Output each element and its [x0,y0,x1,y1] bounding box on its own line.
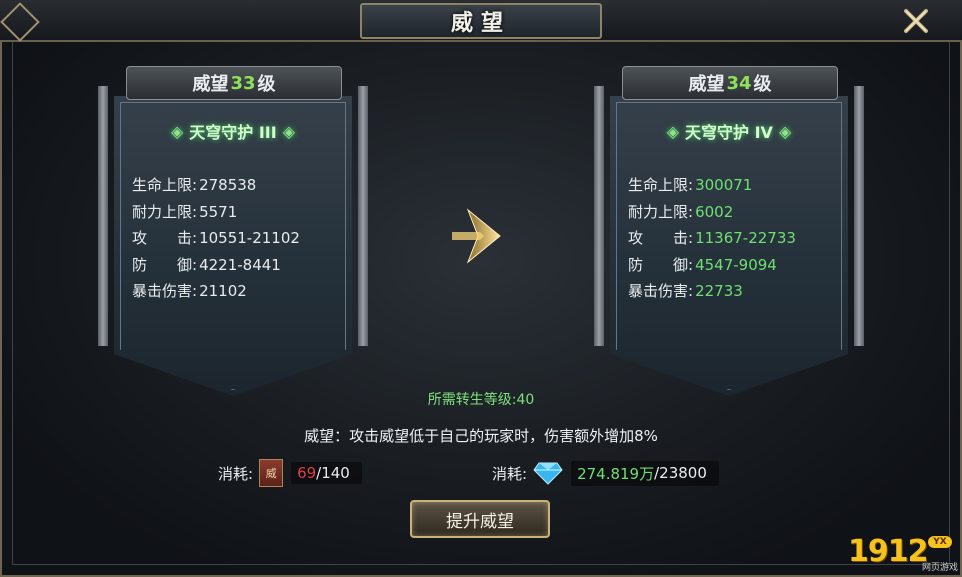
cost-amount: 69 /140 [291,462,362,484]
cost-current: 274.819万 [577,464,655,483]
skill-label: 天穹守护 III [189,123,277,142]
close-icon [904,9,928,33]
stat-label: 防 御: [628,255,694,274]
header-level: 34 [726,72,752,94]
banner-pole-right [358,86,368,346]
stat-value: 4221-8441 [199,255,281,274]
header-suffix: 级 [257,74,276,95]
cost-required: /140 [316,464,350,482]
prestige-token-icon[interactable]: 威 [259,459,284,487]
stat-value: 300071 [695,176,753,194]
stat-row: 防 御: 4547-9094 [628,252,796,279]
stat-label: 生命上限: [628,176,694,194]
upgrade-prestige-button[interactable]: 提升威望 [410,500,550,538]
stat-label: 耐力上限: [628,202,694,221]
stat-list: 生命上限: 300071 耐力上限: 6002 攻 击: 11367-22733 防 … [628,172,796,305]
required-rebirth-level: 所需转生等级:40 [427,392,535,408]
stat-value: 21102 [199,282,247,300]
stat-value: 6002 [695,202,734,221]
stat-value: 4547-9094 [695,255,777,274]
banner-pole-left [98,86,108,346]
banner-pole-right [854,86,864,346]
skill-name: ◈ 天穹守护 III ◈ [126,114,340,148]
cost-current: 69 [297,464,317,482]
cost-label: 消耗: [492,464,528,483]
logo-subtitle: 网页游戏 [922,563,959,573]
banner-pole-left [594,86,604,346]
stat-row: 暴击伤害: 22733 [628,278,796,305]
ornament-icon: ◈ [778,121,792,141]
prestige-description: 威望：攻击威望低于自己的玩家时，伤害额外增加8% [304,427,658,445]
window-title: 威望 [450,11,511,36]
stat-row: 攻 击: 11367-22733 [628,225,796,252]
stat-row: 耐力上限: 5571 [132,199,300,226]
stat-row: 防 御: 4221-8441 [132,252,300,279]
stat-label: 攻 击: [628,229,694,247]
stat-label: 暴击伤害: [628,282,694,300]
header-suffix: 级 [753,74,772,95]
banner-header: 威望 34 级 [622,66,838,100]
title-plate: 威望 [360,3,602,39]
logo-badge: YX [928,536,952,548]
gem-cost: 消耗: 274.819万 /23800 [492,460,719,486]
logo-number: 1912 [848,534,928,569]
banner-header: 威望 33 级 [126,66,342,100]
stat-label: 耐力上限: [132,202,198,221]
current-level-banner: 威望 33 级 ◈ 天穹守护 III ◈ 生命上限: 278538 耐力上限: 55… [96,66,370,406]
stat-value: 5571 [199,202,238,221]
ornament-icon: ◈ [170,121,184,141]
stat-value: 278538 [199,176,257,194]
skill-name: ◈ 天穹守护 IV ◈ [622,114,836,148]
cost-label: 消耗: [218,464,254,483]
stat-row: 暴击伤害: 21102 [132,278,300,305]
ornament-icon: ◈ [282,121,296,141]
stat-label: 防 御: [132,255,198,274]
next-level-banner: 威望 34 级 ◈ 天穹守护 IV ◈ 生命上限: 300071 耐力上限: 600… [592,66,866,406]
site-logo: 1912 YX 网页游戏 [848,532,958,574]
ornament-icon: ◈ [666,121,680,141]
upgrade-arrow-icon [452,208,501,264]
cost-required: /23800 [654,464,707,482]
header-prefix: 威望 [688,74,725,95]
header-prefix: 威望 [192,74,229,95]
item-cost: 消耗: 威 69 /140 [218,459,362,487]
stat-row: 生命上限: 278538 [132,172,300,199]
stat-label: 生命上限: [132,176,198,194]
stat-row: 生命上限: 300071 [628,172,796,199]
stat-row: 耐力上限: 6002 [628,199,796,226]
close-button[interactable] [898,6,934,36]
stat-list: 生命上限: 278538 耐力上限: 5571 攻 击: 10551-21102 防 … [132,172,300,305]
stat-value: 10551-21102 [199,229,300,247]
skill-label: 天穹守护 IV [685,123,773,142]
stat-label: 暴击伤害: [132,282,198,300]
stat-label: 攻 击: [132,229,198,247]
diamond-icon [533,462,563,485]
stat-value: 11367-22733 [695,229,796,247]
header-level: 33 [230,72,256,94]
stat-row: 攻 击: 10551-21102 [132,225,300,252]
cost-amount: 274.819万 /23800 [571,460,719,486]
stat-value: 22733 [695,282,743,300]
